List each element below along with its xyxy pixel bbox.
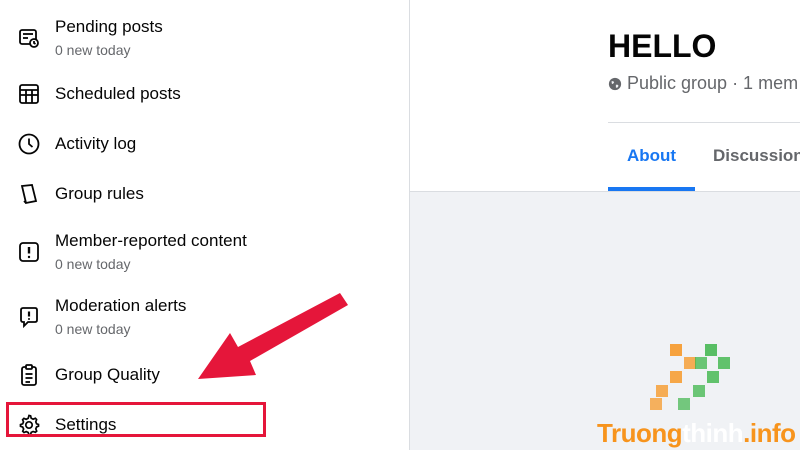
clipboard-icon bbox=[17, 363, 41, 387]
sidebar-item-subtext: 0 new today bbox=[55, 321, 131, 337]
settings-highlight-box bbox=[6, 402, 266, 437]
group-meta-text: Public group · 1 mem bbox=[627, 73, 799, 93]
tab-about[interactable]: About bbox=[627, 146, 676, 166]
sidebar-item-subtext: 0 new today bbox=[55, 256, 131, 272]
scheduled-posts-icon bbox=[17, 82, 41, 106]
active-tab-indicator bbox=[608, 187, 695, 191]
logo-icon bbox=[650, 344, 730, 410]
sidebar-item-label: Member-reported content bbox=[55, 231, 247, 250]
red-arrow-icon bbox=[198, 293, 348, 379]
sidebar-item-label: Group rules bbox=[55, 184, 144, 203]
group-meta: Public group · 1 mem bbox=[608, 73, 798, 94]
watermark-part-3: .info bbox=[743, 418, 796, 448]
group-title: HELLO bbox=[608, 28, 717, 64]
group-header: HELLO Public group · 1 mem About Discuss… bbox=[410, 0, 800, 192]
report-icon bbox=[17, 240, 41, 264]
sidebar-item-label: Moderation alerts bbox=[55, 296, 187, 315]
book-icon bbox=[17, 182, 41, 206]
sidebar-item-scheduled-posts[interactable]: Scheduled posts bbox=[0, 72, 400, 116]
watermark-text: Truongthinh.info bbox=[597, 418, 796, 449]
sidebar-item-pending-posts[interactable]: Pending posts 0 new today bbox=[0, 16, 400, 60]
sidebar-item-label: Group Quality bbox=[55, 365, 160, 384]
main-content: HELLO Public group · 1 mem About Discuss… bbox=[410, 0, 800, 450]
pending-posts-icon bbox=[17, 26, 41, 50]
watermark-part-1: Truong bbox=[597, 418, 683, 448]
alert-bubble-icon bbox=[17, 305, 41, 329]
globe-icon bbox=[608, 77, 622, 90]
tab-discussion[interactable]: Discussion bbox=[713, 146, 800, 166]
clock-icon bbox=[17, 132, 41, 156]
sidebar-item-activity-log[interactable]: Activity log bbox=[0, 122, 400, 166]
sidebar-item-label: Scheduled posts bbox=[55, 84, 181, 103]
sidebar-item-member-reported-content[interactable]: Member-reported content 0 new today bbox=[0, 230, 400, 274]
sidebar-item-label: Pending posts bbox=[55, 17, 163, 36]
sidebar-item-group-rules[interactable]: Group rules bbox=[0, 172, 400, 216]
watermark-part-2: thinh bbox=[682, 418, 744, 448]
header-divider bbox=[608, 122, 800, 123]
sidebar-item-label: Activity log bbox=[55, 134, 137, 153]
sidebar-item-subtext: 0 new today bbox=[55, 42, 131, 58]
